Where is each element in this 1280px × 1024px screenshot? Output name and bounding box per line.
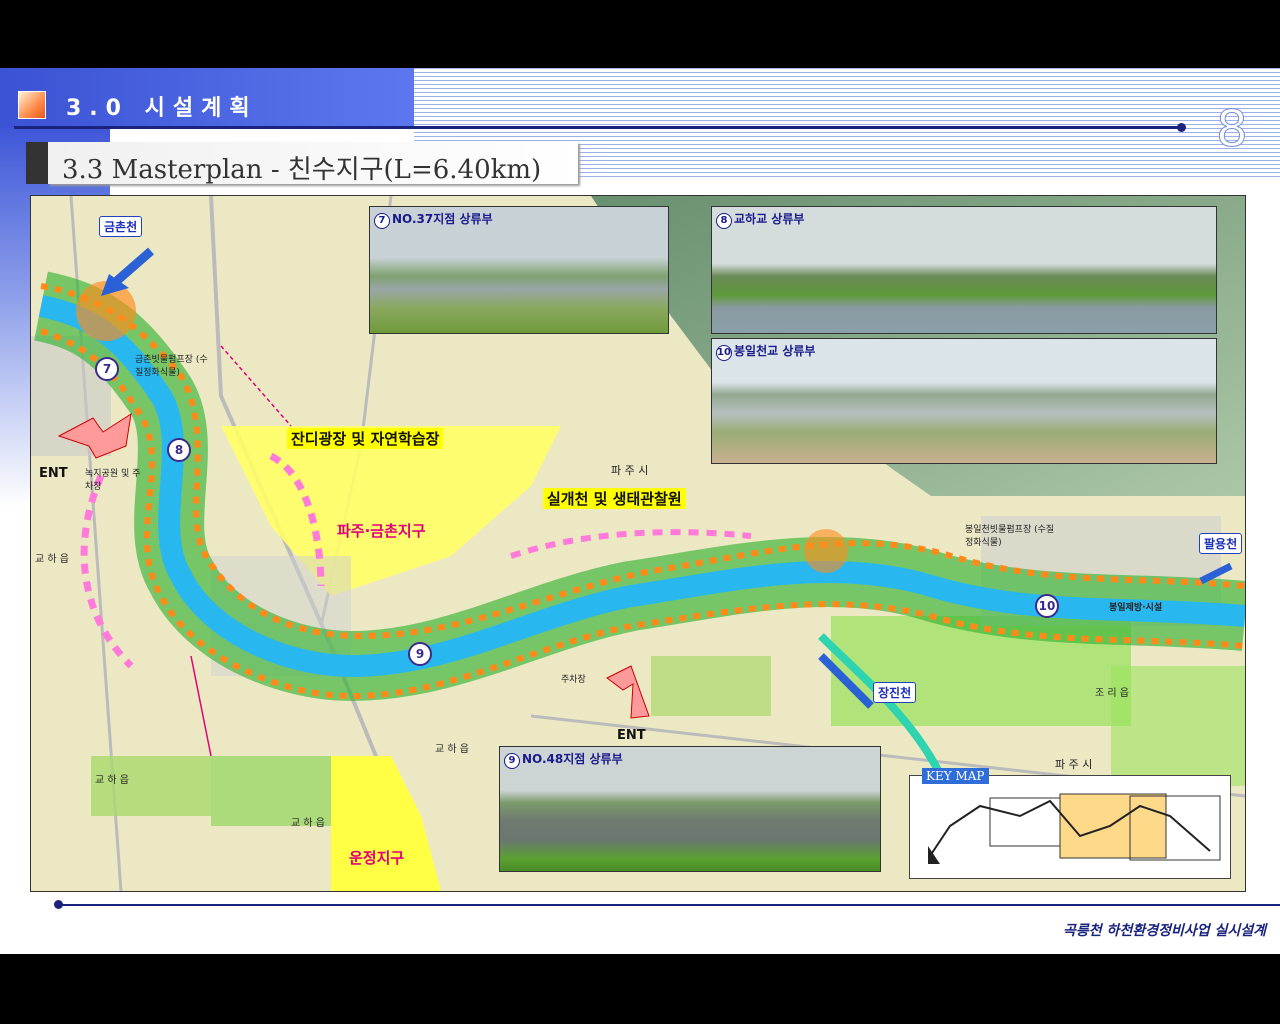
place-gyoha-1: 교 하 읍 xyxy=(35,554,69,565)
photo-8: 8 교하교 상류부 xyxy=(711,206,1217,334)
masterplan-map: 금촌천 장진천 팔용천 잔디광장 및 자연학습장 실개천 및 생태관찰원 파주·… xyxy=(30,195,1246,892)
place-paju-si: 파 주 시 xyxy=(611,464,649,477)
river-label-palyong: 팔용천 xyxy=(1199,533,1243,554)
photo-7-caption: 7 NO.37지점 상류부 xyxy=(374,210,493,229)
marker-10: 10 xyxy=(1035,594,1059,618)
place-jori: 조 리 읍 xyxy=(1095,688,1129,699)
marker-7: 7 xyxy=(95,357,119,381)
key-map-drawing xyxy=(928,793,1221,864)
section-square-icon xyxy=(18,91,46,119)
place-gyoha-4: 교 하 읍 xyxy=(291,818,325,829)
place-pump-2: 봉일천빗물펌프장 (수질정화식물) xyxy=(965,525,1055,548)
photo-9: 9 NO.48지점 상류부 xyxy=(499,746,881,872)
subtitle-marker xyxy=(26,142,48,184)
marker-9: 9 xyxy=(408,642,432,666)
river-label-jangjin: 장진천 xyxy=(873,682,917,703)
slide: 3.0 시설계획 8 3.3 Masterplan - 친수지구(L=6.40k… xyxy=(0,68,1280,954)
place-pump-1: 금촌빗물펌프장 (수질정화식물) xyxy=(135,355,208,378)
key-map: KEY MAP xyxy=(909,768,1231,879)
photo-7: 7 NO.37지점 상류부 xyxy=(369,206,669,334)
section-title: 3.0 시설계획 xyxy=(66,96,258,121)
place-gyoha-2: 교 하 읍 xyxy=(95,775,129,786)
river-label-geumchon: 금촌천 xyxy=(99,216,143,237)
subtitle-box: 3.3 Masterplan - 친수지구(L=6.40km) xyxy=(48,142,578,185)
photo-10: 10 봉일천교 상류부 xyxy=(711,338,1217,464)
page-number: 8 xyxy=(1216,100,1249,159)
photo-9-caption: 9 NO.48지점 상류부 xyxy=(504,750,623,769)
district-paju-geumchon: 파주·금촌지구 xyxy=(337,522,426,540)
place-park: 녹지공원 및 주차장 xyxy=(85,469,141,492)
ent-label-south: ENT xyxy=(617,728,646,743)
photo-8-caption: 8 교하교 상류부 xyxy=(716,210,804,229)
header-rule-dot xyxy=(1177,123,1186,132)
ent-label-west: ENT xyxy=(39,466,68,481)
footer-project-title: 곡릉천 하천환경정비사업 실시설계 xyxy=(1063,923,1266,939)
district-lawn-plaza: 잔디광장 및 자연학습장 xyxy=(287,428,444,449)
place-gyoha-3: 교 하 읍 xyxy=(435,744,469,755)
marker-8: 8 xyxy=(167,438,191,462)
place-parking: 주차장 xyxy=(561,675,586,685)
photo-10-caption: 10 봉일천교 상류부 xyxy=(716,342,815,361)
footer-rule xyxy=(60,904,1280,906)
place-paju-si-2: 파 주 시 xyxy=(1055,758,1093,771)
header-rule xyxy=(14,126,1184,129)
place-bongil: 봉일제방·시설 xyxy=(1109,603,1163,613)
district-unjeong: 운정지구 xyxy=(349,849,405,867)
district-stream-eco: 실개천 및 생태관찰원 xyxy=(543,488,686,509)
page-subtitle: 3.3 Masterplan - 친수지구(L=6.40km) xyxy=(62,155,542,185)
